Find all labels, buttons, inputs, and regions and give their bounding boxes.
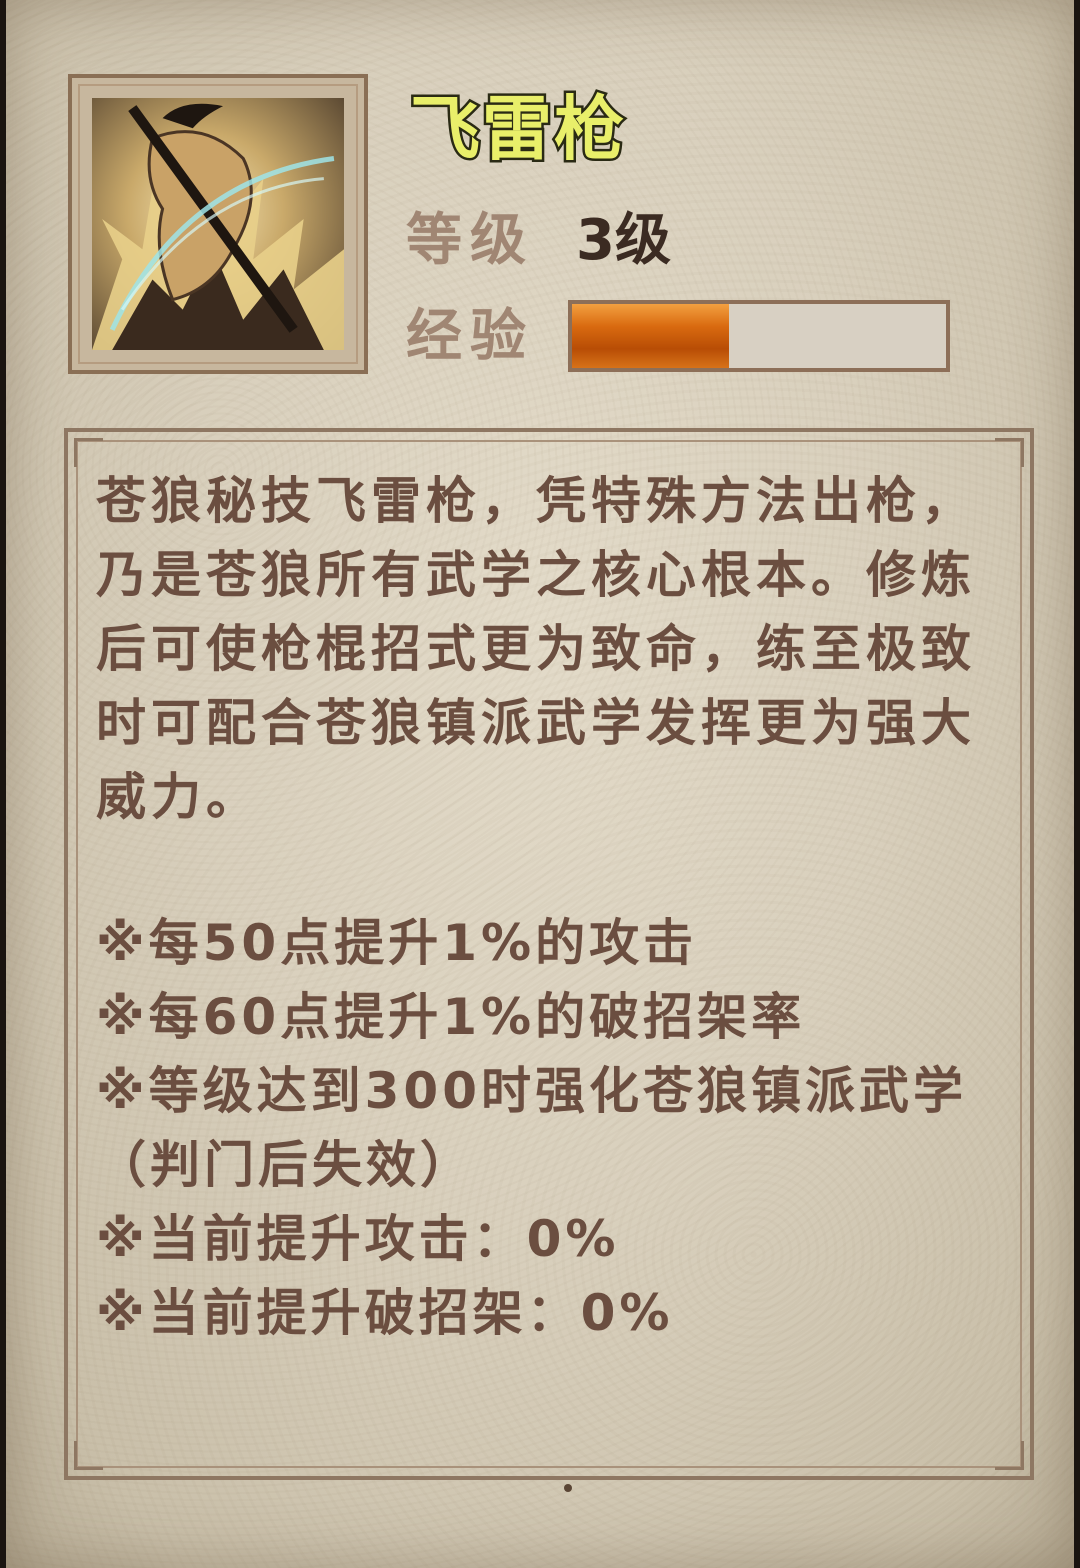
- corner-ornament-top-left: [74, 438, 103, 467]
- effect-item: ※每60点提升1%的破招架率: [96, 988, 806, 1046]
- spear-warrior-icon: [92, 98, 344, 350]
- exp-label: 经验: [406, 304, 534, 369]
- corner-ornament-bottom-right: [995, 1441, 1024, 1470]
- level-label: 等级: [406, 208, 534, 273]
- corner-ornament-top-right: [995, 438, 1024, 467]
- effect-item: ※每50点提升1%的攻击: [96, 914, 698, 972]
- skill-description: 苍狼秘技飞雷枪，凭特殊方法出枪，乃是苍狼所有武学之核心根本。修炼后可使枪棍招式更…: [96, 472, 976, 826]
- effect-item: ※当前提升攻击：0%: [96, 1210, 620, 1268]
- page-indicator-dot: [564, 1484, 572, 1492]
- effects-list: ※每50点提升1%的攻击 ※每60点提升1%的破招架率 ※等级达到300时强化苍…: [96, 906, 1006, 1350]
- corner-ornament-bottom-left: [74, 1441, 103, 1470]
- skill-icon-frame: [68, 74, 368, 374]
- effect-item: ※等级达到300时强化苍狼镇派武学（判门后失效）: [96, 1062, 967, 1194]
- level-value: 3级: [576, 208, 671, 273]
- spear-warrior-art: [92, 103, 344, 350]
- skill-name: 飞雷枪: [408, 86, 627, 173]
- exp-progress-bar: [568, 300, 950, 372]
- description-panel: 苍狼秘技飞雷枪，凭特殊方法出枪，乃是苍狼所有武学之核心根本。修炼后可使枪棍招式更…: [64, 428, 1034, 1480]
- effect-item: ※当前提升破招架：0%: [96, 1284, 674, 1342]
- exp-progress-fill: [572, 304, 730, 368]
- skill-info-card: 飞雷枪 等级 3级 经验 苍狼秘技飞雷枪，凭特殊方法出枪，乃是苍狼所有武学之核心…: [6, 0, 1074, 1568]
